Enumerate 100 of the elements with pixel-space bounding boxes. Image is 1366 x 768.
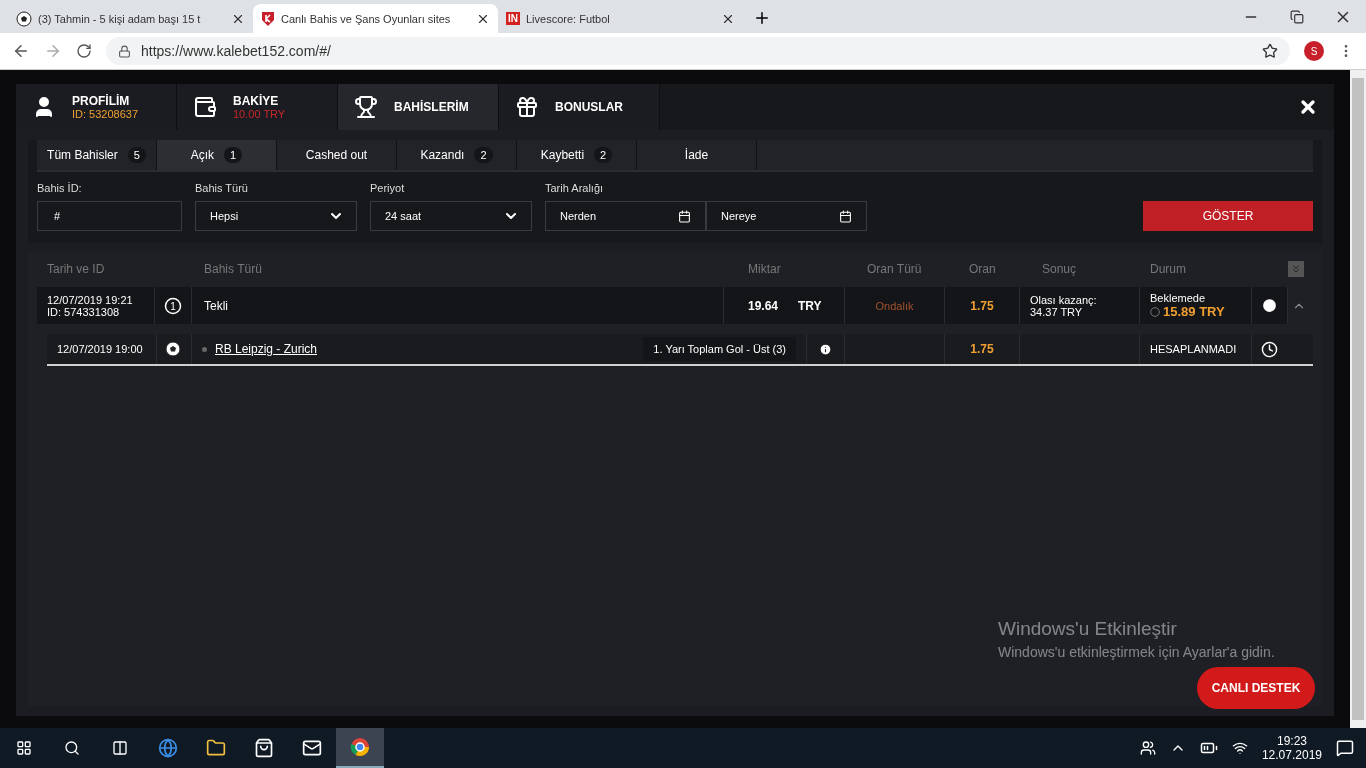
soccer-ball-icon xyxy=(165,341,181,357)
odds: 1.75 xyxy=(970,342,994,356)
column-header: Oran xyxy=(968,262,997,276)
count-badge: 2 xyxy=(594,147,613,163)
bet-id: ID: 574331308 xyxy=(47,305,120,318)
reload-icon[interactable] xyxy=(76,43,92,59)
result-value: 34.37 TRY xyxy=(1030,305,1083,318)
result-label: Olası kazanç: xyxy=(1030,293,1097,306)
nav-tab[interactable]: BONUSLAR xyxy=(499,84,660,130)
bet-type: Tekli xyxy=(204,298,228,313)
tab-label: Kaybetti xyxy=(540,148,585,162)
field-label: Tarih Aralığı xyxy=(545,182,605,194)
bet-row[interactable]: 12/07/2019 19:21 ID: 574331308 1 Tekli 19.64 TRY Ondalık 1.75 Olası kazanç: 34.37 TRY Beklemede 15.89 TRY xyxy=(37,287,1313,324)
browser-tab[interactable]: IN Livescore: Futbol xyxy=(498,4,743,33)
event-date: 12/07/2019 19:00 xyxy=(57,343,143,355)
tab-label: İade xyxy=(684,148,709,162)
profile-avatar[interactable]: S xyxy=(1304,41,1324,61)
nav-subtext: ID: 53208637 xyxy=(72,108,139,120)
status-tab[interactable]: Açık 1 xyxy=(157,140,277,170)
bet-type-select[interactable]: Hepsi xyxy=(195,201,357,231)
nav-label: BAKİYE xyxy=(233,94,280,108)
site-logo: IN xyxy=(506,12,520,25)
field-label: Periyot xyxy=(370,182,406,194)
bet-id-field[interactable]: # xyxy=(37,201,182,231)
field-label: Bahis Türü xyxy=(195,182,249,194)
market-label: 1. Yarı Toplam Gol - Üst (3) xyxy=(643,337,796,361)
calendar-icon xyxy=(839,209,852,223)
calendar-icon xyxy=(678,209,691,223)
close-icon xyxy=(1298,97,1318,117)
tab-label: Açık xyxy=(190,148,215,162)
count-badge: 2 xyxy=(474,147,493,163)
count-badge: 5 xyxy=(127,147,146,163)
status-text: HESAPLANMADI xyxy=(1150,343,1237,355)
tab-label: Kazandı xyxy=(420,148,465,162)
nav-tab[interactable]: BAHİSLERİM xyxy=(338,84,499,130)
tab-label: Tüm Bahisler xyxy=(47,148,118,162)
mail-icon xyxy=(302,738,322,758)
column-header: Durum xyxy=(1149,262,1187,276)
back-icon[interactable] xyxy=(12,42,30,60)
count-badge: 1 xyxy=(224,147,243,163)
grid-icon xyxy=(16,740,32,756)
nav-tab[interactable]: BAKİYE 10.00 TRY xyxy=(177,84,338,130)
amount: 19.64 xyxy=(748,298,779,313)
lock-icon xyxy=(118,44,131,58)
live-support-button[interactable]: CANLI DESTEK xyxy=(1197,667,1315,709)
url-text: https://www.kalebet152.com/#/ xyxy=(141,43,332,59)
column-header: Tarih ve ID xyxy=(46,262,106,276)
address-bar[interactable]: https://www.kalebet152.com/#/ xyxy=(106,37,1290,65)
nav-label: BONUSLAR xyxy=(555,100,623,114)
notification-icon[interactable] xyxy=(1336,739,1354,757)
odds: 1.75 xyxy=(970,298,994,313)
status-tab[interactable]: Cashed out xyxy=(277,140,397,170)
scrollbar[interactable] xyxy=(1350,70,1366,728)
nav-label: PROFİLİM xyxy=(72,94,131,108)
shopping-bag-icon xyxy=(254,738,274,758)
column-header: Bahis Türü xyxy=(203,262,263,276)
search-icon xyxy=(64,740,80,756)
chrome-button[interactable] xyxy=(336,728,384,768)
currency: TRY xyxy=(798,298,822,313)
status-tab[interactable]: İade xyxy=(637,140,757,170)
gift-icon xyxy=(515,95,539,119)
column-header: Oran Türü xyxy=(866,262,923,276)
wifi-icon[interactable] xyxy=(1231,740,1248,756)
column-header: Miktar xyxy=(747,262,782,276)
browser-tab[interactable]: Canlı Bahis ve Şans Oyunları sites xyxy=(253,4,498,33)
trophy-icon xyxy=(354,95,378,119)
globe-icon xyxy=(158,738,178,758)
odds-type: Ondalık xyxy=(875,299,914,312)
activation-title: Windows'u Etkinleştir xyxy=(998,618,1178,640)
nav-tab[interactable]: PROFİLİM ID: 53208637 xyxy=(16,84,177,130)
nav-label: BAHİSLERİM xyxy=(394,100,469,114)
status-text: Beklemede xyxy=(1150,292,1206,304)
status-tab[interactable]: Kaybetti 2 xyxy=(517,140,637,170)
circle-number-icon: 1 xyxy=(164,296,182,315)
activation-text: Windows'u etkinleştirmek için Ayarlar'a gidin. xyxy=(998,644,1275,660)
period-select[interactable]: 24 saat xyxy=(370,201,532,231)
nav-subtext: 10.00 TRY xyxy=(233,108,286,120)
shield-icon xyxy=(261,10,275,27)
taskbar-clock[interactable]: 19:23 12.07.2019 xyxy=(1261,734,1322,762)
browser-logo xyxy=(350,737,370,757)
status-tab[interactable]: Kazandı 2 xyxy=(397,140,517,170)
people-icon[interactable] xyxy=(1139,740,1156,756)
date-from-field[interactable]: Nerden xyxy=(545,201,706,231)
coin-icon xyxy=(1150,306,1160,317)
info-icon xyxy=(819,342,832,356)
tab-label: Cashed out xyxy=(305,148,368,162)
restore-icon[interactable] xyxy=(1290,9,1304,24)
bet-date: 12/07/2019 19:21 xyxy=(47,293,133,306)
cashout-amount: 15.89 TRY xyxy=(1163,304,1225,319)
field-label: Bahis İD: xyxy=(37,182,83,194)
bullet-dot xyxy=(202,346,207,352)
panels-icon xyxy=(112,740,128,756)
soccer-ball-icon xyxy=(16,10,32,27)
folder-icon xyxy=(206,738,226,758)
browser-tab[interactable]: (3) Tahmin - 5 kişi adam başı 15 t xyxy=(8,4,253,33)
new-tab-icon[interactable] xyxy=(753,9,771,27)
date-to-field[interactable]: Nereye xyxy=(706,201,867,231)
star-icon[interactable] xyxy=(1262,43,1278,59)
event-link[interactable]: RB Leipzig - Zurich xyxy=(215,342,318,356)
show-button[interactable]: GÖSTER xyxy=(1143,201,1313,231)
